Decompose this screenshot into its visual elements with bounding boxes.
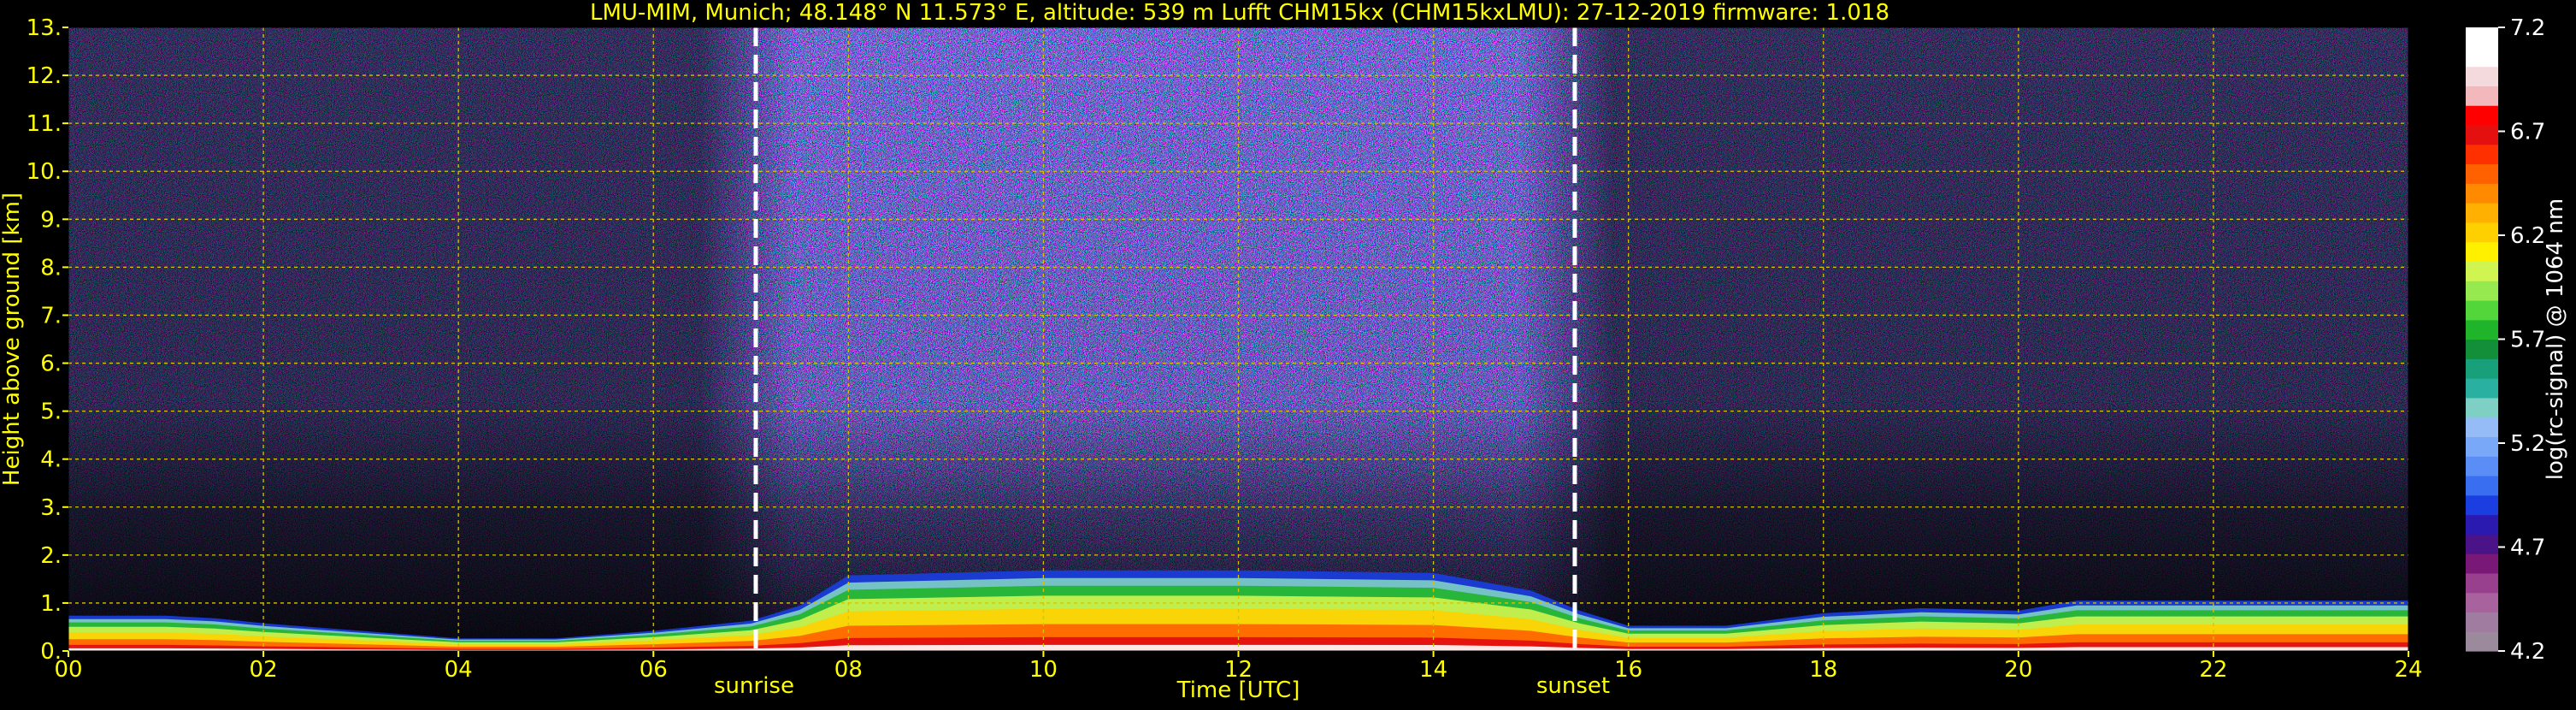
- colorbar-segment: [2466, 27, 2498, 48]
- y-tick-label: 9.: [40, 207, 62, 233]
- x-tick-label: 04: [445, 657, 473, 683]
- colorbar-segment: [2466, 494, 2498, 516]
- colorbar-segment: [2466, 241, 2498, 262]
- y-tick-label: 3.: [40, 495, 62, 521]
- x-tick-label: 18: [1809, 657, 1837, 683]
- colorbar-label: log(rc-signal) @ 1064 nm: [2543, 198, 2568, 480]
- colorbar-segment: [2466, 319, 2498, 340]
- colorbar: 4.2 4.7 5.2 5.7 6.2 6.7 7.2: [2466, 15, 2545, 665]
- colorbar-segment: [2466, 144, 2498, 165]
- colorbar-tick-label: 5.2: [2510, 431, 2545, 457]
- colorbar-segment: [2466, 553, 2498, 574]
- y-tick-label: 11.: [27, 111, 62, 137]
- y-tick-label: 8.: [40, 255, 62, 281]
- colorbar-segment: [2466, 378, 2498, 399]
- colorbar-segment: [2466, 281, 2498, 301]
- y-tick-label: 6.: [40, 352, 62, 377]
- colorbar-segment: [2466, 105, 2498, 126]
- colorbar-tick-label: 6.7: [2510, 120, 2545, 145]
- colorbar-tick-label: 4.2: [2510, 639, 2545, 665]
- colorbar-segment: [2466, 261, 2498, 281]
- chart-title: LMU-MIM, Munich; 48.148° N 11.573° E, al…: [590, 0, 1889, 26]
- y-axis-label: Height above ground [km]: [0, 192, 25, 486]
- y-axis-ticks: 0. 1. 2. 3. 4. 5. 6. 7. 8. 9. 10. 11. 12. 13.: [27, 15, 68, 665]
- y-tick-label: 7.: [40, 303, 62, 328]
- y-tick-label: 2.: [40, 543, 62, 569]
- y-tick-label: 10.: [27, 159, 62, 185]
- colorbar-segment: [2466, 592, 2498, 613]
- colorbar-segment: [2466, 222, 2498, 243]
- x-tick-label: 14: [1419, 657, 1447, 683]
- colorbar-segment: [2466, 612, 2498, 632]
- ceilometer-figure: LMU-MIM, Munich; 48.148° N 11.573° E, al…: [0, 0, 2576, 707]
- colorbar-segment: [2466, 417, 2498, 438]
- colorbar-segment: [2466, 203, 2498, 223]
- y-tick-label: 13.: [27, 15, 62, 41]
- colorbar-segment: [2466, 339, 2498, 359]
- y-tick-label: 4.: [40, 447, 62, 473]
- sunrise-label: sunrise: [714, 673, 794, 699]
- colorbar-segment: [2466, 397, 2498, 418]
- x-tick-label: 22: [2199, 657, 2227, 683]
- colorbar-tick-label: 7.2: [2510, 15, 2545, 41]
- y-tick-label: 1.: [40, 591, 62, 617]
- colorbar-tick-label: 5.7: [2510, 328, 2545, 353]
- colorbar-segment: [2466, 358, 2498, 379]
- colorbar-tick-label: 4.7: [2510, 535, 2545, 561]
- colorbar-segment: [2466, 475, 2498, 496]
- sunset-label: sunset: [1536, 673, 1610, 699]
- colorbar-segment: [2466, 456, 2498, 476]
- plot-area: sunrise sunset: [68, 27, 2409, 699]
- colorbar-segment: [2466, 572, 2498, 594]
- x-tick-label: 06: [640, 657, 668, 683]
- colorbar-segment: [2466, 124, 2498, 145]
- colorbar-segment: [2466, 299, 2498, 321]
- x-tick-label: 20: [2004, 657, 2032, 683]
- y-tick-label: 5.: [40, 399, 62, 425]
- figure-canvas: LMU-MIM, Munich; 48.148° N 11.573° E, al…: [0, 0, 2568, 703]
- colorbar-tick-label: 6.2: [2510, 223, 2545, 249]
- x-tick-label: 08: [834, 657, 863, 683]
- colorbar-segment: [2466, 436, 2498, 457]
- colorbar-segment: [2466, 534, 2498, 554]
- x-axis-label: Time [UTC]: [1176, 677, 1300, 703]
- colorbar-segment: [2466, 183, 2498, 204]
- x-tick-label: 02: [250, 657, 278, 683]
- colorbar-segment: [2466, 46, 2498, 68]
- colorbar-segment: [2466, 163, 2498, 184]
- colorbar-segment: [2466, 86, 2498, 106]
- colorbar-segment: [2466, 66, 2498, 86]
- x-tick-label: 24: [2394, 657, 2422, 683]
- x-tick-label: 10: [1029, 657, 1058, 683]
- y-tick-label: 12.: [27, 63, 62, 89]
- y-tick-label: 0.: [40, 639, 62, 665]
- x-tick-label: 16: [1614, 657, 1642, 683]
- colorbar-segment: [2466, 631, 2498, 652]
- colorbar-segment: [2466, 514, 2498, 535]
